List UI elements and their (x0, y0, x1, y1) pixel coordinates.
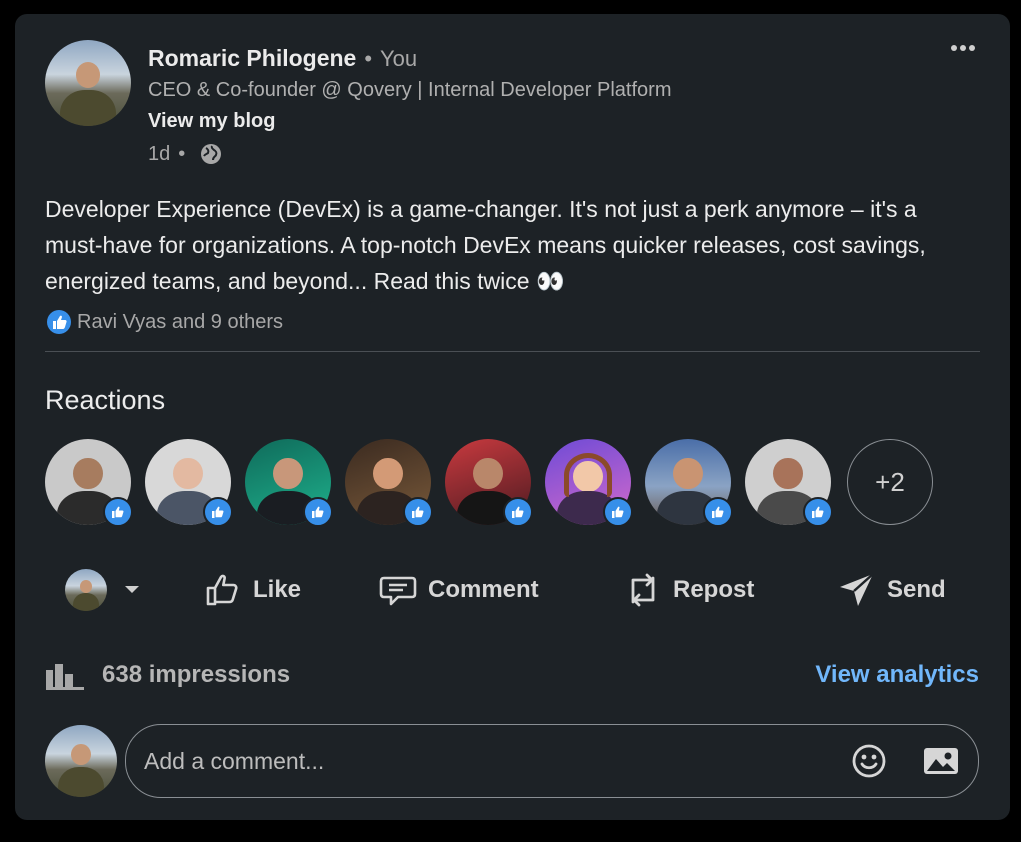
repost-button[interactable]: Repost (623, 564, 754, 616)
author-avatar[interactable] (45, 40, 131, 126)
impressions-count: 638 impressions (102, 661, 291, 688)
view-blog-link[interactable]: View my blog (148, 110, 275, 133)
comment-input[interactable] (142, 743, 826, 779)
post-time: 1d (148, 142, 171, 165)
like-button[interactable]: Like (203, 564, 301, 616)
more-options-icon[interactable] (950, 40, 976, 58)
repost-label: Repost (673, 576, 755, 603)
like-reaction-icon (46, 309, 72, 340)
separator-dot: • (364, 46, 373, 71)
repost-icon (623, 568, 663, 612)
author-relation: You (380, 46, 418, 71)
comment-button[interactable]: Comment (378, 564, 539, 616)
author-headline: CEO & Co-founder @ Qovery | Internal Dev… (148, 79, 672, 101)
send-label: Send (887, 576, 946, 603)
send-icon (837, 570, 877, 610)
separator-dot: • (178, 142, 186, 165)
divider (45, 351, 980, 352)
like-badge-icon (603, 497, 633, 527)
more-reactors-button[interactable]: +2 (847, 439, 933, 525)
send-button[interactable]: Send (837, 564, 946, 616)
post-text: Developer Experience (DevEx) is a game-c… (45, 196, 926, 294)
current-user-avatar (65, 569, 107, 611)
like-badge-icon (803, 497, 833, 527)
emoji-icon[interactable] (851, 743, 887, 784)
globe-icon (199, 142, 223, 166)
like-badge-icon (103, 497, 133, 527)
chevron-down-icon (123, 584, 141, 596)
bar-chart-icon (46, 662, 86, 695)
commenter-avatar (45, 725, 117, 797)
reaction-identity-selector[interactable] (65, 564, 141, 616)
post-meta: 1d • (148, 142, 223, 166)
reactions-summary[interactable]: Ravi Vyas and 9 others (77, 311, 283, 334)
like-badge-icon (503, 497, 533, 527)
comment-label: Comment (428, 576, 539, 603)
comment-icon (378, 570, 418, 610)
like-badge-icon (703, 497, 733, 527)
thumbs-up-icon (203, 570, 243, 610)
post-card: Romaric Philogene • You CEO & Co-founder… (15, 14, 1010, 820)
like-badge-icon (303, 497, 333, 527)
like-badge-icon (403, 497, 433, 527)
comment-box[interactable] (125, 724, 979, 798)
view-analytics-link[interactable]: View analytics (815, 661, 979, 689)
author-name[interactable]: Romaric Philogene (148, 45, 356, 72)
image-icon[interactable] (922, 744, 960, 783)
like-badge-icon (203, 497, 233, 527)
like-label: Like (253, 576, 302, 603)
author-line: Romaric Philogene • You (148, 45, 417, 72)
reactions-title: Reactions (45, 385, 166, 415)
